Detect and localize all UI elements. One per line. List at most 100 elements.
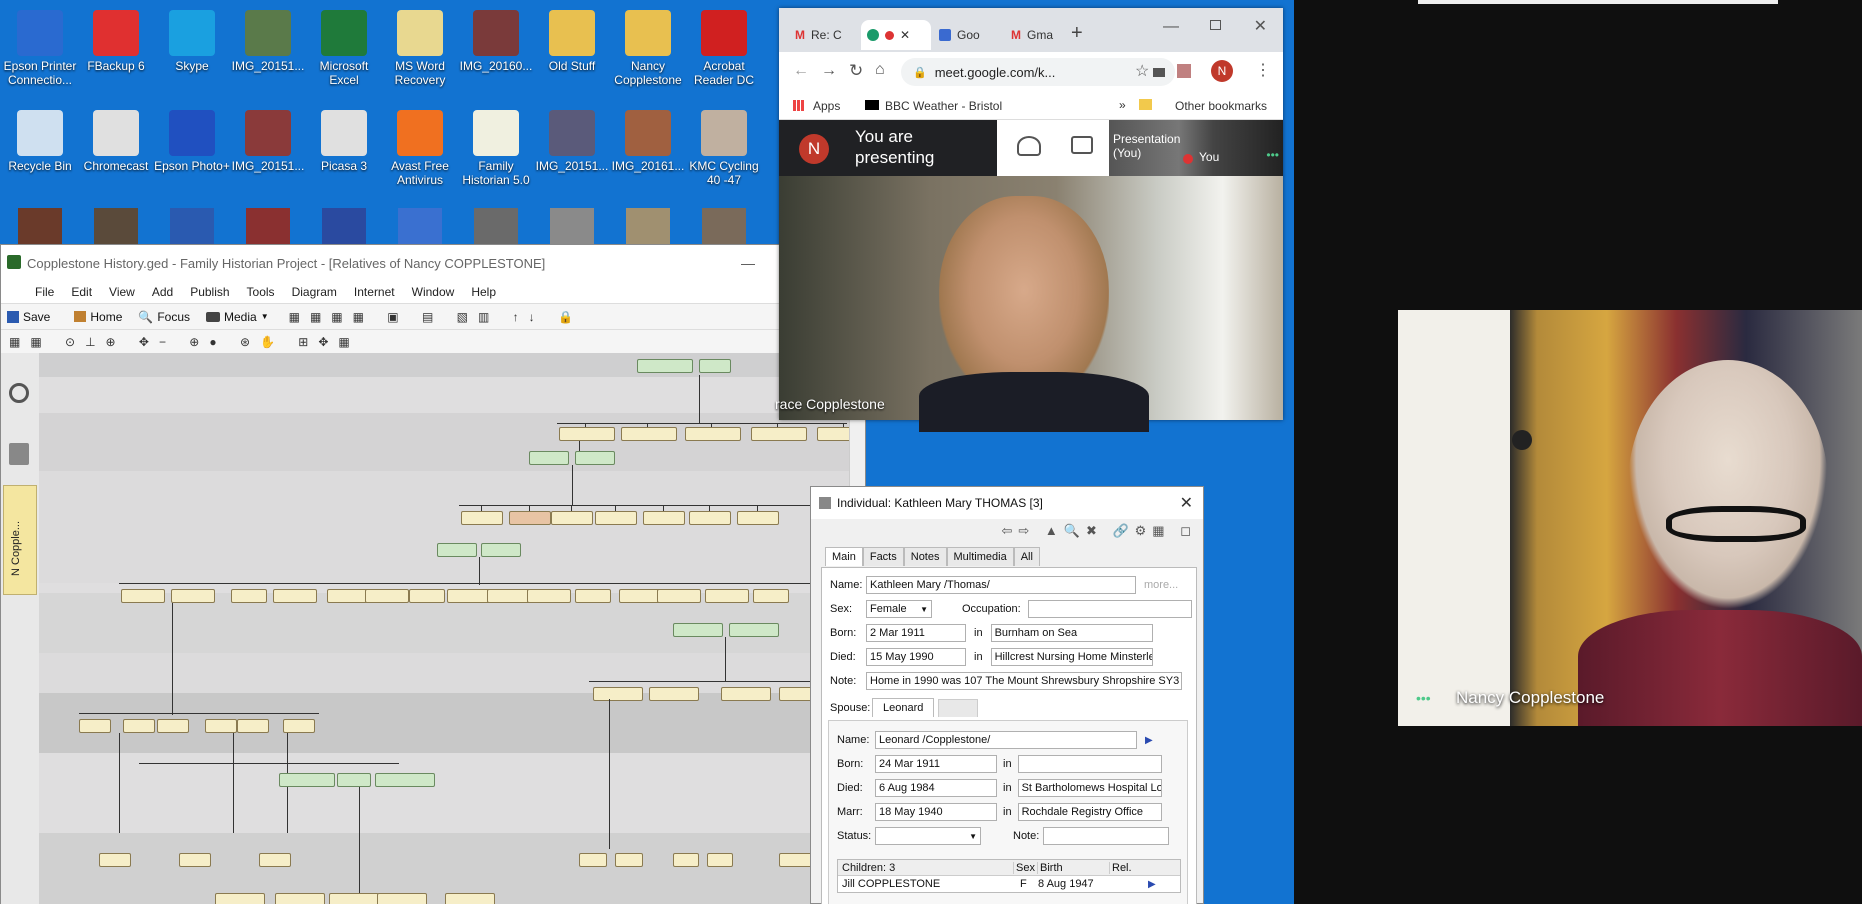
menu-diagram[interactable]: Diagram — [292, 285, 337, 299]
extension-icon[interactable] — [1177, 64, 1191, 78]
desktop-icon[interactable]: Recycle Bin — [2, 110, 78, 173]
bookmark-apps[interactable]: Apps — [813, 99, 840, 113]
person-box[interactable] — [817, 427, 851, 441]
person-box[interactable] — [171, 589, 215, 603]
person-box[interactable] — [259, 853, 291, 867]
minimize-icon[interactable]: — — [741, 255, 755, 271]
born-place-field[interactable]: Burnham on Sea — [990, 624, 1153, 642]
person-box[interactable] — [215, 893, 265, 904]
desktop-icon-image[interactable] — [550, 208, 594, 244]
forward-icon[interactable]: → — [821, 62, 837, 80]
profile-avatar[interactable]: N — [1211, 60, 1233, 82]
tab-notes[interactable]: Notes — [903, 547, 947, 566]
desktop-icon[interactable]: Family Historian 5.0 — [458, 110, 534, 187]
person-box[interactable] — [685, 427, 741, 441]
person-box[interactable] — [409, 589, 445, 603]
person-box[interactable] — [615, 853, 643, 867]
person-box[interactable] — [593, 687, 643, 701]
desktop-icon[interactable]: Avast Free Antivirus — [382, 110, 458, 187]
desktop-icon[interactable]: Acrobat Reader DC — [686, 10, 762, 87]
person-box[interactable] — [579, 853, 607, 867]
person-box[interactable] — [707, 853, 733, 867]
note-field[interactable]: Home in 1990 was 107 The Mount Shrewsbur… — [866, 672, 1182, 690]
search-icon[interactable] — [9, 383, 29, 403]
dialog-toolbar[interactable]: ⇦⇨ ▲🔍✖ 🔗⚙▦ ◻ — [1002, 523, 1197, 539]
more-dots-icon[interactable]: ••• — [1266, 148, 1279, 162]
occupation-field[interactable] — [1028, 600, 1192, 618]
bookmark-other[interactable]: Other bookmarks — [1175, 99, 1267, 113]
desktop-icon[interactable]: IMG_20151... — [230, 110, 306, 173]
person-box[interactable] — [551, 511, 593, 525]
person-box[interactable] — [283, 719, 315, 733]
camera-icon[interactable] — [1153, 67, 1165, 77]
bookmarks-more-icon[interactable]: » — [1119, 98, 1126, 112]
person-box[interactable] — [721, 687, 771, 701]
family-tree-diagram[interactable] — [39, 353, 851, 904]
died-place-field[interactable]: Hillcrest Nursing Home Minsterley Shrop — [990, 648, 1153, 666]
person-box[interactable] — [237, 719, 269, 733]
chat-icon[interactable] — [1071, 136, 1093, 154]
desktop-icon[interactable]: Epson Printer Connectio... — [2, 10, 78, 87]
person-box[interactable] — [529, 451, 569, 465]
desktop-icon-image[interactable] — [322, 208, 366, 244]
person-box[interactable] — [99, 853, 131, 867]
desktop-icon-image[interactable] — [170, 208, 214, 244]
home-button[interactable]: Home — [74, 310, 122, 324]
person-box[interactable] — [121, 589, 165, 603]
tab-gmail-2[interactable]: M Gma — [1005, 20, 1075, 50]
tab-facts[interactable]: Facts — [862, 547, 904, 566]
person-box[interactable] — [179, 853, 211, 867]
home-icon[interactable]: ⌂ — [875, 61, 885, 79]
menu-edit[interactable]: Edit — [71, 285, 92, 299]
person-box[interactable] — [643, 511, 685, 525]
menu-help[interactable]: Help — [471, 285, 496, 299]
person-box[interactable] — [575, 589, 611, 603]
focus-button[interactable]: 🔍 Focus — [138, 310, 190, 324]
person-box[interactable] — [621, 427, 677, 441]
born-date-field[interactable]: 2 Mar 1911 — [866, 624, 966, 642]
desktop-icon[interactable]: FBackup 6 — [78, 10, 154, 73]
person-box[interactable] — [273, 589, 317, 603]
person-box[interactable] — [637, 359, 693, 373]
spouse-died-place[interactable]: St Bartholomews Hospital Lon — [1017, 779, 1162, 797]
person-box[interactable] — [79, 719, 111, 733]
person-box[interactable] — [329, 893, 379, 904]
menu-add[interactable]: Add — [152, 285, 173, 299]
tab-all[interactable]: All — [1013, 547, 1040, 566]
menu-internet[interactable]: Internet — [354, 285, 395, 299]
menu-file[interactable]: File — [35, 285, 54, 299]
person-box[interactable] — [673, 853, 699, 867]
presentation-thumbnail[interactable]: Presentation (You) You ••• — [1109, 120, 1283, 176]
person-box[interactable] — [689, 511, 731, 525]
star-icon[interactable]: ☆ — [1135, 61, 1149, 81]
desktop-icon[interactable]: Epson Photo+ — [154, 110, 230, 173]
media-button[interactable]: Media ▼ — [206, 310, 269, 324]
records-icon[interactable] — [9, 443, 29, 465]
reload-icon[interactable]: ↻ — [849, 61, 863, 81]
person-box[interactable] — [481, 543, 521, 557]
status-select[interactable]: ▼ — [875, 827, 981, 845]
person-box[interactable] — [487, 589, 531, 603]
person-box[interactable] — [461, 511, 503, 525]
minimize-icon[interactable]: — — [1163, 18, 1179, 36]
desktop-icon[interactable]: MS Word Recovery — [382, 10, 458, 87]
person-box[interactable] — [527, 589, 571, 603]
person-box[interactable] — [657, 589, 701, 603]
close-icon[interactable]: ✕ — [1180, 493, 1193, 513]
tab-gmail-1[interactable]: M Re: C — [789, 20, 859, 50]
back-icon[interactable]: ← — [793, 62, 809, 80]
marriage-note[interactable] — [1043, 827, 1169, 845]
menu-window[interactable]: Window — [412, 285, 455, 299]
person-box[interactable] — [673, 623, 723, 637]
spouse-tab-add[interactable] — [938, 698, 979, 717]
play-icon[interactable]: ▶ — [1148, 879, 1156, 890]
desktop-icon[interactable]: Picasa 3 — [306, 110, 382, 173]
person-box[interactable] — [123, 719, 155, 733]
desktop-icon-image[interactable] — [626, 208, 670, 244]
spouse-died-date[interactable]: 6 Aug 1984 — [875, 779, 997, 797]
more-link[interactable]: more... — [1144, 579, 1178, 591]
person-box[interactable] — [279, 773, 335, 787]
person-box[interactable] — [753, 589, 789, 603]
close-icon[interactable]: ✕ — [1254, 16, 1267, 36]
person-box[interactable] — [575, 451, 615, 465]
